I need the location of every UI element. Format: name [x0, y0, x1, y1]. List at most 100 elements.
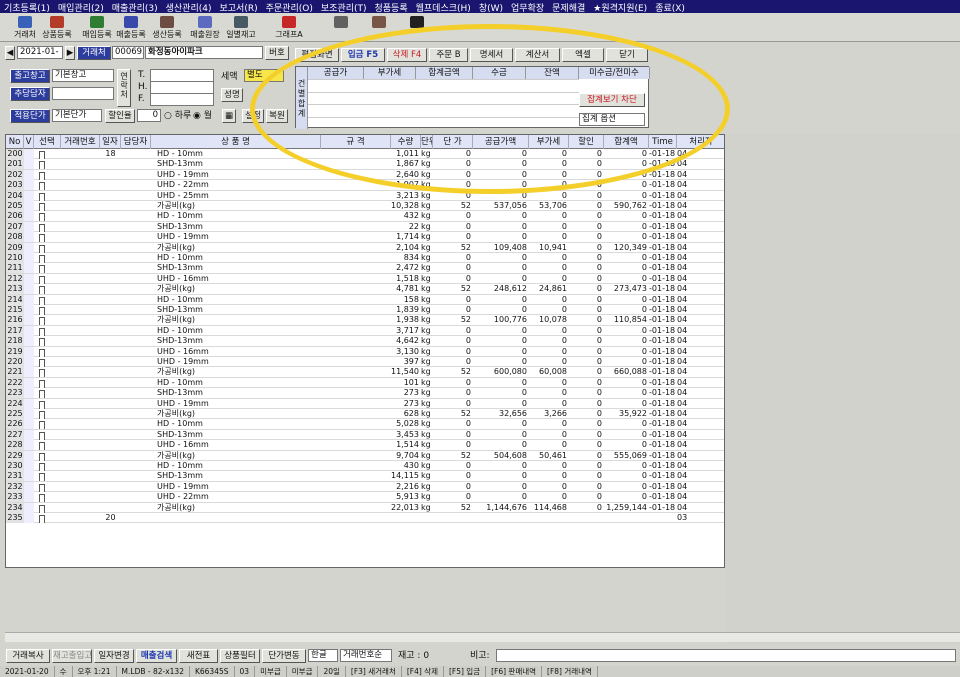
table-row[interactable]: 217 HD - 10mm 3,717 kg 0 0 0 0 0 -01-18 04	[6, 325, 724, 337]
row-checkbox[interactable]	[39, 411, 45, 419]
menu-item-2[interactable]: 매출관리(3)	[108, 0, 162, 13]
toolbar-button-9[interactable]	[360, 14, 398, 41]
row-checkbox[interactable]	[39, 390, 45, 399]
action-button-0[interactable]: 편집화면	[295, 48, 339, 62]
toolbar-button-5[interactable]: 매출원장	[186, 14, 224, 41]
row-checkbox[interactable]	[39, 192, 45, 201]
row-checkbox[interactable]	[39, 161, 45, 170]
row-checkbox[interactable]	[39, 317, 45, 326]
row-checkbox[interactable]	[39, 463, 45, 471]
table-row[interactable]: 208 UHD - 19mm 1,714 kg 0 0 0 0 0 -01-18 04	[6, 232, 724, 243]
table-row[interactable]: 232 UHD - 19mm 2,216 kg 0 0 0 0 0 -01-18 04	[6, 481, 724, 493]
menu-item-6[interactable]: 보조관리(T)	[317, 0, 371, 13]
table-row[interactable]: 210 HD - 10mm 834 kg 0 0 0 0 0 -01-18 04	[6, 253, 724, 264]
menu-item-3[interactable]: 생산관리(4)	[162, 0, 216, 13]
table-row[interactable]: 205 가공비(kg) 10,328 kg 52 537,056 53,706 0 590,76…	[6, 201, 724, 212]
date-field[interactable]: 2021-01-	[17, 46, 63, 59]
row-checkbox[interactable]	[39, 421, 45, 430]
row-checkbox[interactable]	[39, 483, 45, 492]
action-button-5[interactable]: 계산서	[515, 48, 560, 62]
bottom-button-4[interactable]: 새전표	[179, 649, 218, 663]
table-row[interactable]: 220 UHD - 19mm 397 kg 0 0 0 0 0 -01-18 04	[6, 357, 724, 368]
grid-header-10[interactable]: 단 가	[433, 135, 473, 149]
action-button-3[interactable]: 주문 B	[429, 48, 468, 62]
toolbar-button-6[interactable]: 일별재고	[222, 14, 260, 41]
action-button-4[interactable]: 명세서	[470, 48, 513, 62]
warehouse-select[interactable]: 기본창고	[52, 69, 114, 82]
menu-item-11[interactable]: 문제해결	[548, 0, 589, 13]
grid-header-6[interactable]: 상 품 명	[151, 135, 321, 149]
horizontal-scrollbar[interactable]	[5, 632, 960, 642]
table-row[interactable]: 213 가공비(kg) 4,781 kg 52 248,612 24,861 0 273,473…	[6, 284, 724, 295]
table-row[interactable]: 219 UHD - 16mm 3,130 kg 0 0 0 0 0 -01-18 04	[6, 346, 724, 357]
menu-item-1[interactable]: 매입관리(2)	[54, 0, 108, 13]
grid-header-2[interactable]: 선택	[34, 135, 61, 149]
radio-month[interactable]: ◉ 월	[193, 110, 212, 123]
summary-view-button[interactable]: 잡계보기 차단	[579, 93, 645, 107]
row-checkbox[interactable]	[39, 431, 45, 440]
table-row[interactable]: 201 SHD-13mm 1,867 kg 0 0 0 0 0 -01-18 04	[6, 159, 724, 170]
grid-header-8[interactable]: 수량	[391, 135, 421, 149]
bottom-button-5[interactable]: 상품필터	[220, 649, 260, 663]
bottom-button-0[interactable]: 거래복사	[6, 649, 50, 663]
row-checkbox[interactable]	[39, 182, 45, 191]
name-button[interactable]: 성명	[221, 88, 243, 102]
client-name-field[interactable]: 화정동아이파크	[145, 46, 263, 59]
row-checkbox[interactable]	[39, 338, 45, 347]
menu-item-9[interactable]: 창(W)	[475, 0, 507, 13]
table-row[interactable]: 204 UHD - 25mm 3,213 kg 0 0 0 0 0 -01-18 04	[6, 190, 724, 201]
row-checkbox[interactable]	[39, 515, 45, 523]
table-row[interactable]: 211 SHD-13mm 2,472 kg 0 0 0 0 0 -01-18 04	[6, 263, 724, 274]
fax-field[interactable]	[150, 93, 214, 106]
discount-button[interactable]: 할인율	[105, 109, 135, 123]
grid-header-5[interactable]: 담당자	[121, 135, 151, 149]
table-row[interactable]: 227 SHD-13mm 3,453 kg 0 0 0 0 0 -01-18 04	[6, 429, 724, 441]
table-row[interactable]: 206 HD - 10mm 432 kg 0 0 0 0 0 -01-18 04	[6, 211, 724, 222]
client-code-field[interactable]: 000693	[112, 46, 144, 59]
row-checkbox[interactable]	[39, 379, 45, 388]
summary-option-select[interactable]: 집계 옵션	[579, 113, 645, 126]
grid-header-4[interactable]: 일자	[100, 135, 121, 149]
toolbar-button-4[interactable]: 생산등록	[148, 14, 186, 41]
grid-header-7[interactable]: 규 격	[321, 135, 391, 149]
action-button-6[interactable]: 엑셀	[562, 48, 604, 62]
table-row[interactable]: 218 SHD-13mm 4,642 kg 0 0 0 0 0 -01-18 04	[6, 336, 724, 347]
client-button[interactable]: 거래처	[77, 46, 111, 60]
restore-button[interactable]: 복원	[266, 109, 288, 123]
menu-item-7[interactable]: 청품등록	[371, 0, 412, 13]
row-checkbox[interactable]	[39, 452, 45, 461]
table-row[interactable]: 234 가공비(kg) 22,013 kg 52 1,144,676 114,468 0 1,2…	[6, 502, 724, 513]
menu-item-5[interactable]: 주문관리(O)	[262, 0, 317, 13]
manager-field[interactable]	[52, 87, 114, 100]
row-checkbox[interactable]	[39, 203, 45, 211]
table-row[interactable]: 225 가공비(kg) 628 kg 52 32,656 3,266 0 35,922 -01-1…	[6, 409, 724, 420]
edit-client-button[interactable]: 버호	[265, 46, 289, 60]
bottom-button-3[interactable]: 매출검색	[136, 649, 177, 663]
calendar-small-icon[interactable]: ▦	[222, 109, 236, 123]
table-row[interactable]: 209 가공비(kg) 2,104 kg 52 109,408 10,941 0 120,349…	[6, 242, 724, 253]
grid-header-11[interactable]: 공급가액	[473, 135, 529, 149]
row-checkbox[interactable]	[39, 400, 45, 409]
row-checkbox[interactable]	[39, 359, 45, 367]
row-checkbox[interactable]	[39, 275, 45, 284]
table-row[interactable]: 229 가공비(kg) 9,704 kg 52 504,608 50,461 0 555,069…	[6, 450, 724, 461]
note-field[interactable]	[496, 649, 956, 662]
prev-date-button[interactable]: ◀	[5, 46, 15, 60]
row-checkbox[interactable]	[39, 307, 45, 315]
action-button-1[interactable]: 입금 F5	[341, 48, 385, 62]
bottom-button-1[interactable]: 재고출입고	[52, 649, 92, 663]
grid-header-12[interactable]: 부가세	[529, 135, 569, 149]
row-checkbox[interactable]	[39, 255, 45, 263]
price-select[interactable]: 기본단가	[52, 109, 102, 122]
radio-day[interactable]: ○ 하루	[164, 110, 191, 123]
menu-item-0[interactable]: 기초등록(1)	[0, 0, 54, 13]
menu-item-8[interactable]: 웹프데스크(H)	[412, 0, 475, 13]
table-row[interactable]: 224 UHD - 19mm 273 kg 0 0 0 0 0 -01-18 04	[6, 398, 724, 409]
table-row[interactable]: 207 SHD-13mm 22 kg 0 0 0 0 0 -01-18 04	[6, 221, 724, 233]
table-row[interactable]: 203 UHD - 22mm 1,907 kg 0 0 0 0 0 -01-18 04	[6, 180, 724, 191]
toolbar-button-1[interactable]: 상품등록	[38, 14, 76, 41]
row-checkbox[interactable]	[39, 494, 45, 503]
menu-item-13[interactable]: 종료(X)	[651, 0, 689, 13]
table-row[interactable]: 202 UHD - 19mm 2,640 kg 0 0 0 0 0 -01-18 04	[6, 169, 724, 181]
table-row[interactable]: 223 SHD-13mm 273 kg 0 0 0 0 0 -01-18 04	[6, 388, 724, 399]
